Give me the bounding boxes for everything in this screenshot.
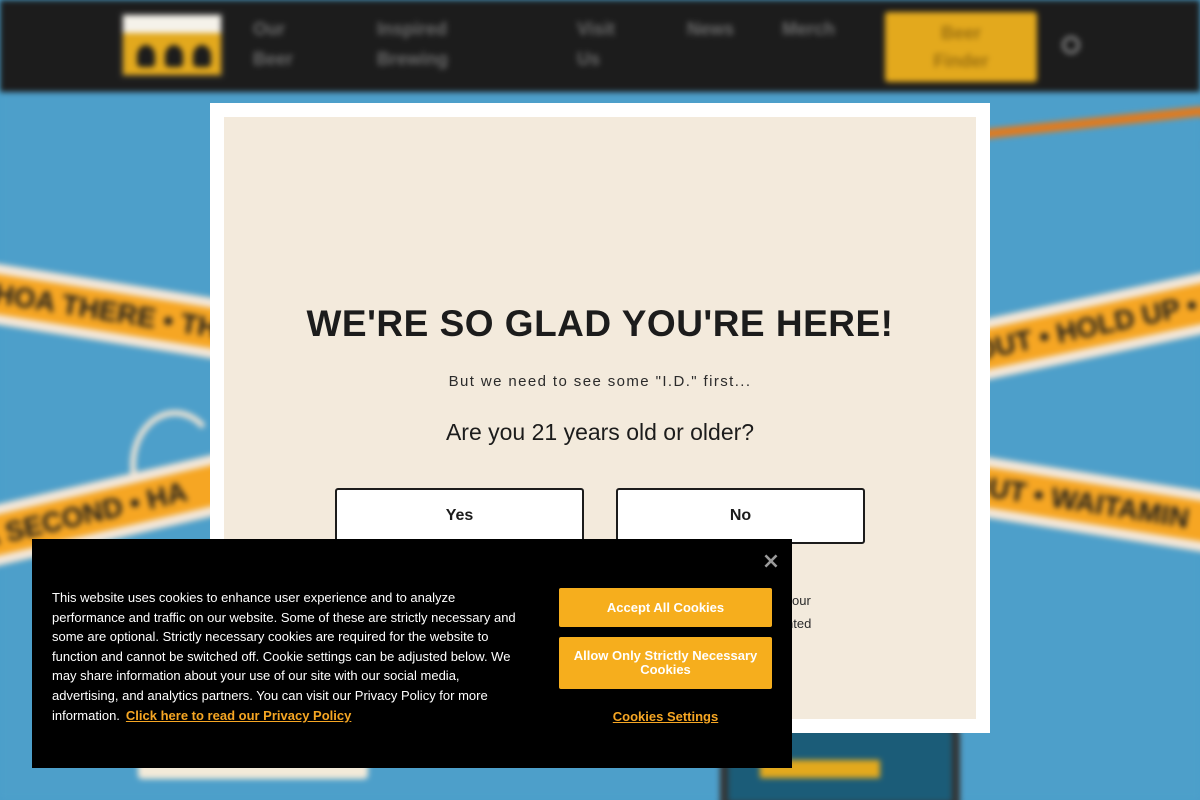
beer-finder-label: Beer Finder [933, 23, 989, 71]
close-icon[interactable]: × [759, 549, 783, 574]
beer-finder-button[interactable]: Beer Finder [885, 12, 1037, 82]
logo-dog-icon [165, 45, 183, 67]
cookie-description: This website uses cookies to enhance use… [52, 590, 516, 723]
search-icon[interactable] [1062, 36, 1080, 54]
nav-visit-us[interactable]: Visit Us [577, 14, 627, 74]
age-no-button[interactable]: No [616, 488, 865, 544]
age-gate-heading: WE'RE SO GLAD YOU'RE HERE! [306, 303, 894, 344]
age-yes-button[interactable]: Yes [335, 488, 584, 544]
nav-merch[interactable]: Merch [782, 14, 835, 44]
logo-banner [123, 15, 221, 33]
nav-our-beer[interactable]: Our Beer [253, 14, 313, 74]
logo-dog-icon [193, 45, 211, 67]
age-gate-question: Are you 21 years old or older? [445, 419, 755, 445]
privacy-policy-link[interactable]: Click here to read our Privacy Policy [126, 708, 351, 723]
strictly-necessary-cookies-button[interactable]: Allow Only Strictly Necessary Cookies [559, 637, 772, 689]
cookie-policy-text: This website uses cookies to enhance use… [52, 588, 528, 725]
logo-dog-icon [137, 45, 155, 67]
age-gate-subheading: But we need to see some "I.D." first... [448, 373, 752, 390]
cookie-banner: × This website uses cookies to enhance u… [32, 539, 792, 768]
brewery-logo[interactable] [120, 12, 224, 78]
accept-all-cookies-button[interactable]: Accept All Cookies [559, 588, 772, 627]
cookies-settings-link[interactable]: Cookies Settings [559, 709, 772, 724]
fine-print-line: our [792, 593, 811, 608]
nav-news[interactable]: News [687, 14, 734, 44]
site-header: Our Beer Inspired Brewing Visit Us News … [0, 0, 1200, 92]
age-gate-fine-print: our nted [786, 589, 811, 635]
nav-inspired-brewing[interactable]: Inspired Brewing [377, 14, 477, 74]
